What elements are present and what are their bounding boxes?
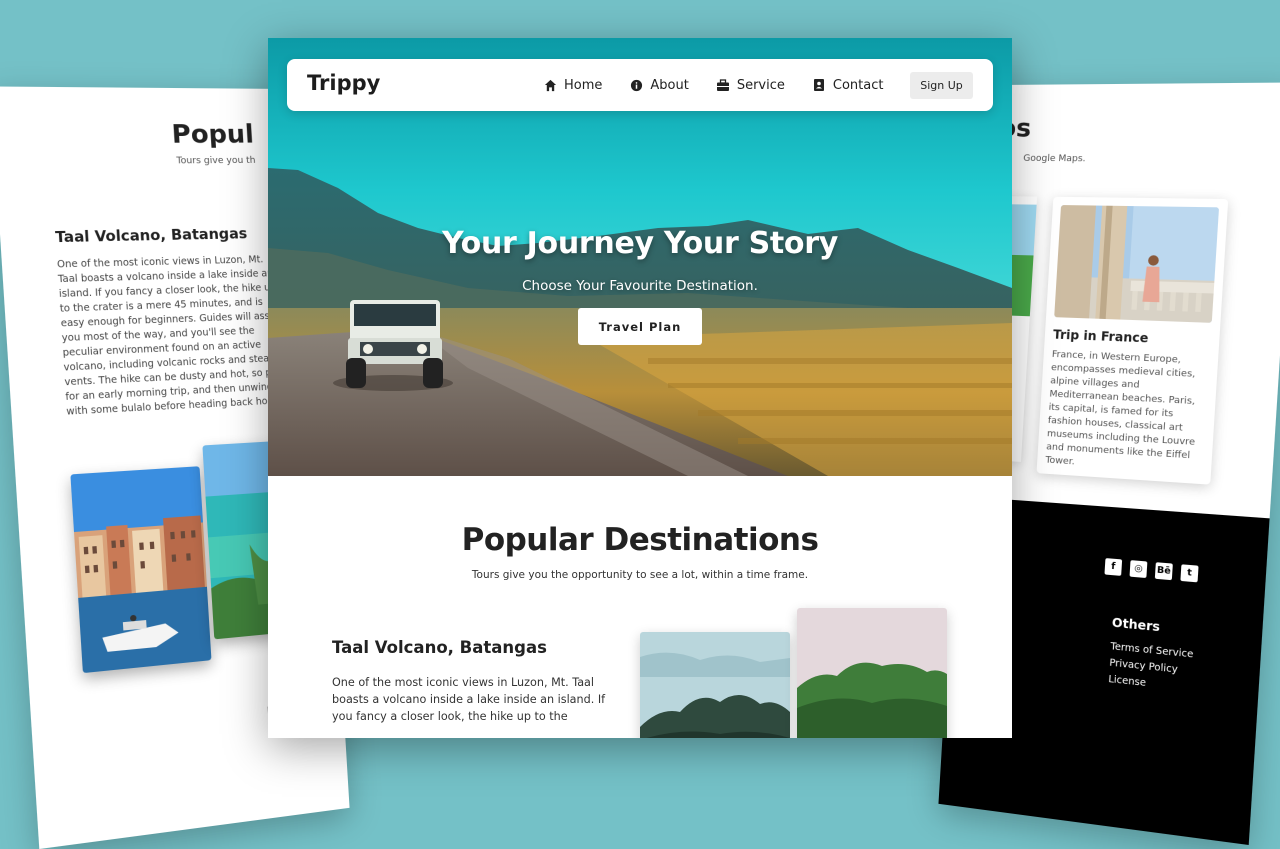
trip-card-title: Trip in France <box>1053 327 1149 345</box>
footer-link-terms[interactable]: Terms of Service <box>1110 641 1194 661</box>
behance-icon[interactable]: Bē <box>1155 562 1173 580</box>
nav-item-about[interactable]: About <box>629 78 688 93</box>
right-page-subtitle: Google Maps. <box>1023 154 1086 165</box>
nav-item-label: Contact <box>833 78 884 93</box>
trip-card[interactable]: Trip in France France, in Western Europe… <box>1036 197 1228 485</box>
navbar: Trippy Home About Service Contact Sign U… <box>287 59 993 111</box>
nav-item-service[interactable]: Service <box>716 78 785 93</box>
left-page-destination-name: Taal Volcano, Batangas <box>55 226 248 246</box>
nav-menu: Home About Service Contact <box>543 59 910 111</box>
home-icon <box>543 78 557 92</box>
island-image-2 <box>797 608 947 738</box>
france-palace-image <box>1054 205 1219 323</box>
popular-destinations-subtitle: Tours give you the opportunity to see a … <box>268 569 1012 581</box>
destination-name: Taal Volcano, Batangas <box>332 638 547 657</box>
trip-card-text: France, in Western Europe, encompasses m… <box>1045 348 1212 477</box>
facebook-icon[interactable]: f <box>1104 558 1122 576</box>
island-image-1 <box>640 632 790 738</box>
venice-image <box>70 466 211 673</box>
left-page-subtitle: Tours give you th <box>176 156 256 167</box>
jeep-illustration <box>333 300 453 391</box>
hero-subtitle: Choose Your Favourite Destination. <box>268 278 1012 294</box>
site-logo[interactable]: Trippy <box>307 71 380 95</box>
contact-book-icon <box>812 78 826 92</box>
footer-others-heading: Others <box>1111 615 1160 634</box>
nav-item-label: About <box>650 78 688 93</box>
nav-item-home[interactable]: Home <box>543 78 602 93</box>
destination-description: One of the most iconic views in Luzon, M… <box>332 674 617 725</box>
travel-plan-button[interactable]: Travel Plan <box>578 308 702 345</box>
main-page: Trippy Home About Service Contact Sign U… <box>268 38 1012 738</box>
twitter-icon[interactable]: t <box>1180 564 1198 582</box>
social-links: f ◎ Bē t <box>1104 558 1198 582</box>
left-page-title: Popul <box>171 119 255 149</box>
footer-link-license[interactable]: License <box>1108 674 1191 694</box>
nav-item-label: Service <box>737 78 785 93</box>
hero-title: Your Journey Your Story <box>268 226 1012 261</box>
nav-item-label: Home <box>564 78 602 93</box>
instagram-icon[interactable]: ◎ <box>1130 560 1148 578</box>
info-icon <box>629 78 643 92</box>
footer-others-links: Terms of Service Privacy Policy License <box>1108 641 1194 694</box>
nav-item-contact[interactable]: Contact <box>812 78 884 93</box>
sign-up-button[interactable]: Sign Up <box>910 72 973 99</box>
briefcase-icon <box>716 78 730 92</box>
left-page-destination-text: One of the most iconic views in Luzon, M… <box>57 253 291 420</box>
popular-destinations-title: Popular Destinations <box>268 522 1012 558</box>
